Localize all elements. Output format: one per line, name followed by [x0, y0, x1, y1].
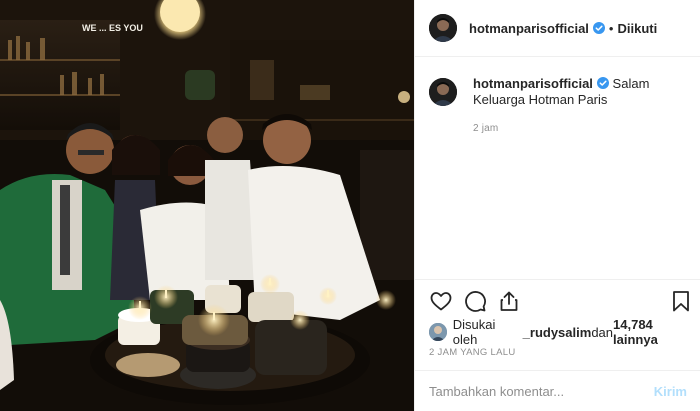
verified-badge-icon [596, 77, 609, 89]
author-avatar[interactable] [429, 14, 457, 42]
likes-conjunction: dan [591, 324, 614, 340]
likes-prefix: Disukai oleh [452, 317, 496, 347]
caption-username[interactable]: hotmanparisofficial [473, 76, 593, 91]
likes-count[interactable]: 14,784 lainnya [613, 317, 700, 347]
comment-input[interactable] [429, 383, 654, 399]
post-actions-section [415, 279, 700, 322]
comment-icon[interactable] [463, 289, 487, 313]
post-details-panel: hotmanparisofficial • Diikuti hotmanpari… [414, 0, 700, 411]
post-header: hotmanparisofficial • Diikuti [415, 0, 700, 57]
caption-body: hotmanparisofficial Salam Keluarga Hotma… [473, 76, 683, 137]
liker-username[interactable]: _rudysalim [523, 325, 592, 340]
avatar-image-icon [429, 78, 457, 106]
neon-sign-text: WE ... ES YOU [82, 23, 143, 33]
post-date[interactable]: 2 JAM YANG LALU [429, 347, 516, 358]
verified-badge-icon [592, 22, 605, 34]
caption-author-avatar[interactable] [429, 78, 457, 106]
author-username[interactable]: hotmanparisofficial [469, 21, 589, 36]
add-comment-form: Kirim [415, 370, 700, 411]
avatar-image-icon [429, 14, 457, 42]
heart-icon[interactable] [429, 289, 453, 313]
post-comment-button[interactable]: Kirim [654, 384, 687, 399]
header-separator: • [608, 20, 614, 36]
caption-timestamp[interactable]: 2 jam [473, 121, 683, 137]
bookmark-icon[interactable] [669, 289, 693, 313]
action-bar [415, 280, 700, 322]
caption-comment: hotmanparisofficial Salam Keluarga Hotma… [429, 76, 687, 137]
avatar-image-icon [429, 323, 447, 341]
liker-avatar[interactable] [429, 323, 447, 341]
follow-status-button[interactable]: Diikuti [617, 21, 657, 36]
likes-summary: Disukai oleh _rudysalim dan 14,784 lainn… [429, 317, 700, 347]
party-photo-illustration: WE ... ES YOU [0, 0, 414, 411]
post-photo[interactable]: WE ... ES YOU [0, 0, 414, 411]
share-icon[interactable] [497, 289, 521, 313]
instagram-post: WE ... ES YOU hotmanparisofficial • Diik… [0, 0, 700, 411]
